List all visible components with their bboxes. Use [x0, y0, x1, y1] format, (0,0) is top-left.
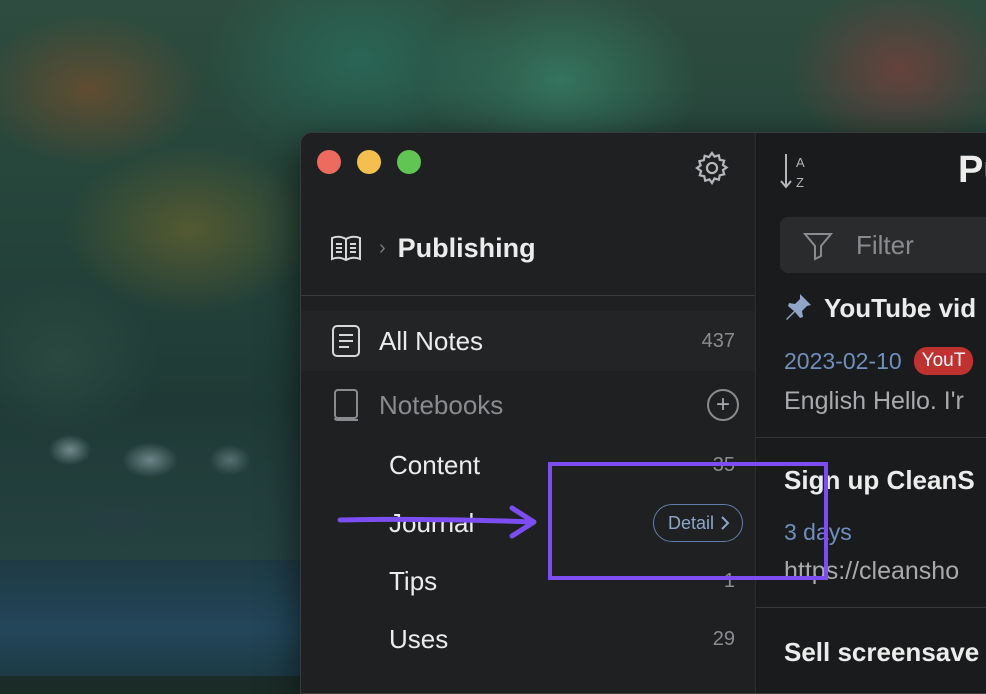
filter-input[interactable] — [854, 227, 986, 263]
note-meta: 2023-02-10 YouT — [784, 347, 974, 375]
note-count: 437 — [701, 329, 735, 352]
breadcrumb-title[interactable]: Publishing — [398, 233, 536, 264]
app-window: › Publishing All Notes 437 Notebooks + C… — [300, 132, 986, 694]
gear-icon[interactable] — [693, 149, 731, 187]
filter-field[interactable] — [780, 217, 986, 273]
sidebar-item-label: All Notes — [379, 325, 484, 356]
open-book-icon — [331, 235, 361, 262]
note-tag[interactable]: YouT — [913, 347, 974, 375]
note-list-title: Pu — [958, 149, 986, 191]
note-title: YouTube vid — [824, 293, 977, 323]
add-notebook-button[interactable]: + — [707, 389, 739, 421]
close-button[interactable] — [317, 150, 341, 174]
notebook-icon — [334, 389, 358, 421]
sidebar-item-uses[interactable]: Uses 29 — [301, 609, 755, 669]
breadcrumb-chevron-icon: › — [379, 236, 386, 259]
zoom-button[interactable] — [397, 150, 421, 174]
filter-funnel-icon — [802, 233, 834, 261]
note-list-item[interactable]: YouTube vid 2023-02-10 YouT English Hell… — [756, 291, 986, 441]
wallpaper-water — [0, 560, 300, 676]
highlight-box — [548, 462, 828, 580]
note-date: 2023-02-10 — [784, 347, 902, 374]
annotation-arrow-icon — [337, 505, 537, 539]
sidebar-item-label: Notebooks — [379, 389, 504, 420]
sidebar-item-all-notes[interactable]: All Notes 437 — [301, 311, 755, 371]
sidebar: › Publishing All Notes 437 Notebooks + C… — [301, 133, 755, 693]
sidebar-item-label: Uses — [389, 623, 449, 654]
sidebar-item-label: Tips — [389, 565, 438, 596]
note-excerpt: English Hello. I'r — [784, 387, 964, 415]
sort-az-icon[interactable]: A Z — [778, 151, 812, 191]
svg-text:Z: Z — [796, 175, 804, 190]
sidebar-divider — [301, 295, 755, 296]
sidebar-item-label: Content — [389, 449, 481, 480]
document-icon — [332, 325, 360, 357]
note-divider — [756, 607, 986, 608]
svg-text:A: A — [796, 155, 805, 170]
note-title: Sell screensave — [784, 637, 980, 667]
wallpaper-rocks — [0, 430, 300, 550]
pushpin-icon — [786, 294, 811, 320]
note-count: 29 — [712, 627, 735, 650]
breadcrumb: › Publishing — [329, 231, 536, 265]
note-divider — [756, 437, 986, 438]
note-list-pane: A Z Pu YouTube vid 2023-02-10 YouT Engli… — [755, 133, 986, 693]
window-controls — [317, 150, 421, 174]
note-list-item[interactable]: Sell screensave — [756, 635, 986, 675]
sidebar-item-notebooks[interactable]: Notebooks + — [301, 375, 755, 435]
minimize-button[interactable] — [357, 150, 381, 174]
